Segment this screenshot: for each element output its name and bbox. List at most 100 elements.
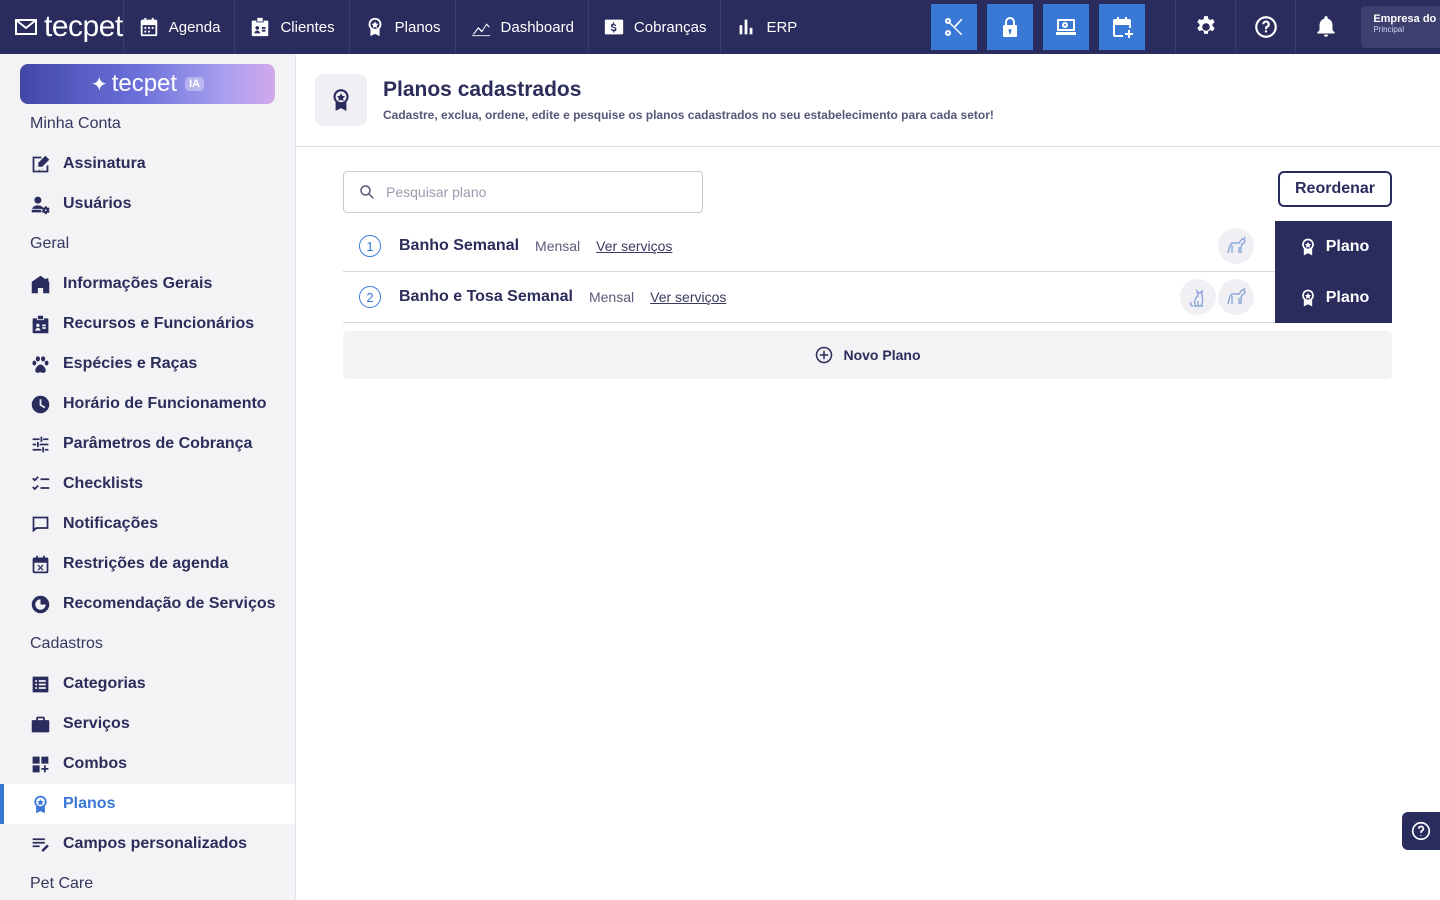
plan-details-button[interactable]: Plano: [1275, 221, 1392, 272]
company-selector[interactable]: Empresa do Gomes Principal: [1361, 6, 1440, 48]
view-services-link[interactable]: Ver serviços: [650, 289, 726, 305]
scissors-button[interactable]: [931, 4, 978, 50]
nav-planos-label: Planos: [394, 18, 441, 36]
tecpet-ia-banner[interactable]: ✦ tecpet IA: [20, 64, 275, 104]
calendar-block-icon: [32, 555, 49, 573]
new-plan-button[interactable]: Novo Plano: [343, 331, 1392, 379]
calendar-icon: [140, 17, 157, 37]
tecpet-logo[interactable]: tecpet: [0, 0, 124, 54]
plan-species: [1218, 228, 1254, 264]
settings-button[interactable]: [1175, 0, 1235, 54]
nav-agenda[interactable]: Agenda: [124, 0, 236, 54]
section-cadastros: Cadastros: [30, 635, 103, 652]
sidebar-item-parametros[interactable]: Parâmetros de Cobrança: [0, 424, 295, 464]
sidebar-item-label: Notificações: [63, 515, 159, 532]
sidebar-item-label: Espécies e Raças: [63, 355, 198, 372]
sidebar-item-checklists[interactable]: Checklists: [0, 464, 295, 504]
page-title: Planos cadastrados: [383, 78, 582, 101]
page-subtitle: Cadastre, exclua, ordene, edite e pesqui…: [383, 108, 994, 122]
search-input[interactable]: [386, 184, 686, 200]
view-services-link[interactable]: Ver serviços: [596, 238, 672, 254]
nav-clientes[interactable]: Clientes: [235, 0, 350, 54]
plans-header-icon: [315, 74, 367, 126]
briefcase-icon: [31, 716, 50, 732]
sidebar-item-label: Combos: [63, 755, 127, 772]
sidebar-item-assinatura[interactable]: Assinatura: [0, 144, 295, 184]
notifications-button[interactable]: [1295, 0, 1355, 54]
id-badge-icon: [32, 315, 49, 333]
sidebar-item-planos[interactable]: Planos: [0, 784, 295, 824]
sidebar-item-campos[interactable]: Campos personalizados: [0, 824, 295, 864]
sidebar-item-servicos[interactable]: Serviços: [0, 704, 295, 744]
nav-planos[interactable]: Planos: [350, 0, 456, 54]
plan-button-label: Plano: [1325, 288, 1370, 306]
section-pet-care: Pet Care: [30, 875, 94, 892]
users-gear-icon: [31, 196, 50, 214]
sidebar-item-label: Parâmetros de Cobrança: [63, 435, 253, 452]
sidebar-item-informacoes-gerais[interactable]: Informações Gerais: [0, 264, 295, 304]
sidebar-item-especies[interactable]: Espécies e Raças: [0, 344, 295, 384]
sidebar-item-recomendacao[interactable]: Recomendação de Serviços: [0, 584, 295, 624]
sidebar-item-usuarios[interactable]: Usuários: [0, 184, 295, 224]
award-icon: [368, 17, 382, 37]
calendar-add-button[interactable]: [1099, 4, 1146, 50]
floating-help-button[interactable]: [1402, 812, 1440, 850]
cat-icon: [1180, 279, 1216, 315]
sidebar-item-categorias[interactable]: Categorias: [0, 664, 295, 704]
nav-dashboard[interactable]: Dashboard: [456, 0, 589, 54]
award-icon: [333, 89, 349, 111]
sidebar: ✦ tecpet IA Minha Conta Assinatura Usuár…: [0, 54, 296, 900]
dog-icon: [1218, 228, 1254, 264]
award-icon: [34, 795, 47, 813]
plan-row[interactable]: 1 Banho Semanal Mensal Ver serviços Plan…: [343, 221, 1392, 272]
sidebar-item-horario[interactable]: Horário de Funcionamento: [0, 384, 295, 424]
nav-clientes-label: Clientes: [280, 18, 335, 36]
new-plan-label: Novo Plano: [843, 347, 921, 363]
sidebar-item-recursos[interactable]: Recursos e Funcionários: [0, 304, 295, 344]
help-button[interactable]: [1235, 0, 1295, 54]
sidebar-item-label: Categorias: [63, 675, 146, 692]
top-nav-bar: tecpet Agenda Clientes Planos Dashboard …: [0, 0, 1440, 54]
sparkle-icon: ✦: [90, 73, 108, 96]
nav-dashboard-label: Dashboard: [500, 18, 574, 36]
list-icon: [32, 676, 49, 692]
sidebar-item-combos[interactable]: Combos: [0, 744, 295, 784]
plan-details-button[interactable]: Plano: [1275, 272, 1392, 323]
section-minha-conta: Minha Conta: [30, 115, 121, 132]
sidebar-item-label: Campos personalizados: [63, 835, 248, 852]
reorder-button[interactable]: Reordenar: [1278, 171, 1392, 207]
calendar-add-icon: [1113, 17, 1134, 38]
plan-index: 1: [359, 235, 381, 257]
nav-erp-label: ERP: [766, 18, 798, 36]
sidebar-item-label: Informações Gerais: [63, 275, 213, 292]
right-actions: Empresa do Gomes Principal: [1175, 0, 1440, 54]
sidebar-item-label: Serviços: [63, 715, 130, 732]
cashier-button[interactable]: [1043, 4, 1090, 50]
help-icon: [1411, 821, 1431, 841]
ia-banner-label: tecpet: [111, 70, 178, 97]
sidebar-item-notificacoes[interactable]: Notificações: [0, 504, 295, 544]
section-geral: Geral: [30, 235, 70, 252]
plan-period: Mensal: [588, 289, 635, 305]
plan-row[interactable]: 2 Banho e Tosa Semanal Mensal Ver serviç…: [343, 272, 1392, 323]
sidebar-item-restricoes[interactable]: Restrições de agenda: [0, 544, 295, 584]
checklist-icon: [32, 475, 50, 490]
plan-index: 2: [359, 286, 381, 308]
nav-erp[interactable]: ERP: [721, 0, 811, 54]
sidebar-item-label: Usuários: [63, 195, 132, 212]
scissors-icon: [945, 18, 963, 36]
sidebar-item-label: Assinatura: [63, 155, 146, 172]
sidebar-item-label: Horário de Funcionamento: [63, 395, 267, 412]
recommendation-icon: [31, 595, 50, 613]
company-name: Empresa do Gomes: [1373, 13, 1440, 25]
lock-button[interactable]: [987, 4, 1034, 50]
plan-name: Banho e Tosa Semanal: [399, 288, 573, 305]
sidebar-item-label: Recursos e Funcionários: [63, 315, 255, 332]
company-branch: Principal: [1373, 25, 1404, 34]
nav-cobrancas[interactable]: Cobranças: [589, 0, 722, 54]
lock-icon: [1003, 17, 1018, 37]
store-icon: [31, 275, 50, 293]
gear-icon: [1197, 16, 1215, 34]
help-icon: [1254, 16, 1277, 38]
ia-badge: IA: [185, 77, 205, 91]
